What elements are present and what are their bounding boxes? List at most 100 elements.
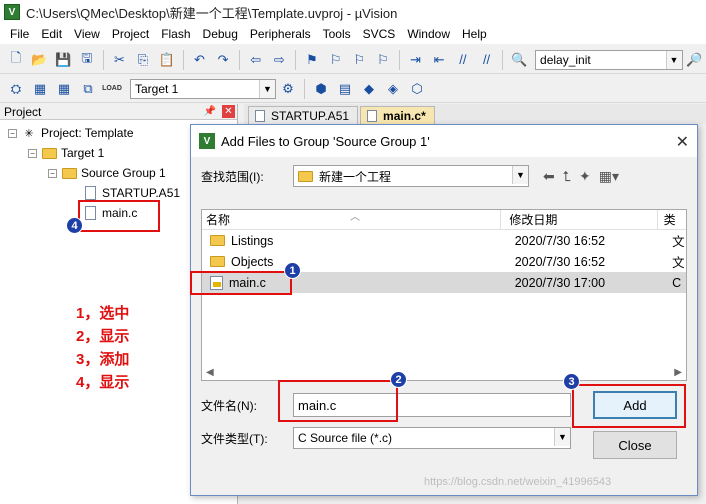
look-in-combo[interactable]: 新建一个工程 ▼ <box>293 165 529 187</box>
target-combo[interactable]: Target 1 ▼ <box>130 78 276 99</box>
menu-peripherals[interactable]: Peripherals <box>244 27 317 41</box>
save-icon[interactable]: 💾 <box>53 50 73 70</box>
menu-view[interactable]: View <box>68 27 106 41</box>
sort-caret-icon: ︿ <box>350 212 360 223</box>
tree-project-root[interactable]: − ✳ Project: Template <box>8 124 134 142</box>
manage-components-icon[interactable]: ⬢ <box>311 79 331 99</box>
run-time-env-icon[interactable]: ⬡ <box>407 79 427 99</box>
close-button[interactable]: Close <box>593 431 677 459</box>
target-folder-icon <box>41 146 57 160</box>
translate-icon[interactable]: ⛭ <box>6 79 26 99</box>
paste-icon[interactable]: 📋 <box>157 50 177 70</box>
indent-icon[interactable]: ⇥ <box>406 50 426 70</box>
load-icon[interactable]: LOAD <box>102 79 122 99</box>
scroll-left-icon[interactable]: ◀ <box>206 367 214 378</box>
group-folder-icon <box>61 166 77 180</box>
horizontal-scrollbar[interactable]: ◀ ▶ <box>202 364 686 380</box>
filetype-combo[interactable]: C Source file (*.c) ▼ <box>293 427 571 449</box>
menu-file[interactable]: File <box>4 27 35 41</box>
collapse-icon[interactable]: − <box>28 148 37 158</box>
comment-icon[interactable]: // <box>453 50 473 70</box>
open-folder-icon[interactable]: 📂 <box>30 50 50 70</box>
menu-svcs[interactable]: SVCS <box>357 27 402 41</box>
collapse-icon[interactable]: − <box>48 168 57 178</box>
close-icon[interactable]: ✕ <box>222 105 235 118</box>
toolbar-separator <box>304 78 305 99</box>
file-list: ︿ 名称 修改日期 类 Listings 2020/7/30 16:52 文 O… <box>201 209 687 381</box>
file-date: 2020/7/30 16:52 <box>514 254 606 269</box>
bookmark-icon[interactable]: ⚑ <box>302 50 322 70</box>
folder-icon <box>298 170 313 182</box>
toolbar-separator <box>398 49 400 70</box>
filetype-label: 文件类型(T): <box>201 431 268 446</box>
nav-back-icon[interactable]: ⇦ <box>246 50 266 70</box>
collapse-icon[interactable]: − <box>8 128 17 138</box>
batch-build-icon[interactable]: ⧉ <box>78 79 98 99</box>
menu-flash[interactable]: Flash <box>155 27 196 41</box>
step-badge-3: 3 <box>563 373 580 390</box>
project-panel-header: Project 📌 ✕ <box>0 104 237 120</box>
build-icon[interactable]: ▦ <box>30 79 50 99</box>
new-file-icon[interactable]: 🗋 <box>6 50 26 70</box>
chevron-down-icon[interactable]: ▼ <box>554 428 570 446</box>
menu-edit[interactable]: Edit <box>35 27 68 41</box>
clear-bookmarks-icon[interactable]: ⚐ <box>373 50 393 70</box>
editor-tab-bar: STARTUP.A51 main.c* <box>244 104 706 124</box>
cut-icon[interactable]: ✂ <box>110 50 130 70</box>
look-in-value: 新建一个工程 <box>319 169 392 184</box>
uvision-app-icon: V <box>199 133 215 149</box>
chevron-down-icon[interactable]: ▼ <box>665 50 682 69</box>
menu-window[interactable]: Window <box>401 27 456 41</box>
watermark-text: https://blog.csdn.net/weixin_41996543 <box>424 476 612 488</box>
tree-file-label: STARTUP.A51 <box>102 186 181 200</box>
pin-icon[interactable]: 📌 <box>204 106 216 117</box>
toolbar-separator <box>238 49 240 70</box>
close-icon[interactable]: ✕ <box>676 132 689 152</box>
rebuild-icon[interactable]: ▦ <box>54 79 74 99</box>
uncomment-icon[interactable]: // <box>477 50 497 70</box>
column-date[interactable]: 修改日期 <box>500 210 656 230</box>
nav-forward-icon[interactable]: ⇨ <box>270 50 290 70</box>
scroll-right-icon[interactable]: ▶ <box>674 367 682 378</box>
function-combo[interactable]: delay_init ▼ <box>535 49 683 70</box>
tab-startup[interactable]: STARTUP.A51 <box>248 106 359 124</box>
next-bookmark-icon[interactable]: ⚐ <box>349 50 369 70</box>
step-badge-4: 4 <box>66 217 83 234</box>
search-icon[interactable]: 🔎 <box>685 50 705 70</box>
prev-bookmark-icon[interactable]: ⚐ <box>326 50 346 70</box>
view-menu-icon[interactable]: ▦▾ <box>599 168 619 185</box>
menu-tools[interactable]: Tools <box>317 27 357 41</box>
tab-main-c[interactable]: main.c* <box>360 106 435 124</box>
file-row-objects[interactable]: Objects 2020/7/30 16:52 文 <box>202 251 686 272</box>
look-in-label: 查找范围(I): <box>201 169 264 184</box>
menu-debug[interactable]: Debug <box>197 27 244 41</box>
back-arrow-icon[interactable]: ⬅ <box>543 168 555 185</box>
undo-icon[interactable]: ↶ <box>190 50 210 70</box>
chevron-down-icon[interactable]: ▼ <box>512 166 528 184</box>
select-packs-icon[interactable]: ◈ <box>383 79 403 99</box>
column-type[interactable]: 类 <box>656 210 686 230</box>
step-badge-2: 2 <box>390 371 407 388</box>
menu-help[interactable]: Help <box>456 27 493 41</box>
look-in-row: 查找范围(I): 新建一个工程 ▼ ⬅ ⮤ ✦ ▦▾ <box>201 165 627 187</box>
tree-target[interactable]: − Target 1 <box>28 144 104 162</box>
up-folder-icon[interactable]: ⮤ <box>563 168 571 185</box>
find-in-files-icon[interactable]: 🔍 <box>509 50 529 70</box>
toolbar-separator <box>182 49 184 70</box>
new-folder-icon[interactable]: ✦ <box>579 168 591 185</box>
copy-icon[interactable]: ⎘ <box>133 50 153 70</box>
tree-source-group[interactable]: − Source Group 1 <box>48 164 166 182</box>
save-all-icon[interactable]: 🖫 <box>77 50 97 70</box>
folder-icon <box>210 235 225 246</box>
pack-installer-icon[interactable]: ◆ <box>359 79 379 99</box>
menu-project[interactable]: Project <box>106 27 155 41</box>
redo-icon[interactable]: ↷ <box>213 50 233 70</box>
tree-group-label: Source Group 1 <box>81 166 166 180</box>
filetype-row: 文件类型(T): C Source file (*.c) ▼ <box>201 427 571 449</box>
manage-project-icon[interactable]: ▤ <box>335 79 355 99</box>
add-files-dialog: V Add Files to Group 'Source Group 1' ✕ … <box>190 124 698 496</box>
file-row-listings[interactable]: Listings 2020/7/30 16:52 文 <box>202 230 686 251</box>
unindent-icon[interactable]: ⇤ <box>429 50 449 70</box>
target-options-icon[interactable]: ⚙ <box>278 79 298 99</box>
chevron-down-icon[interactable]: ▼ <box>259 79 275 98</box>
